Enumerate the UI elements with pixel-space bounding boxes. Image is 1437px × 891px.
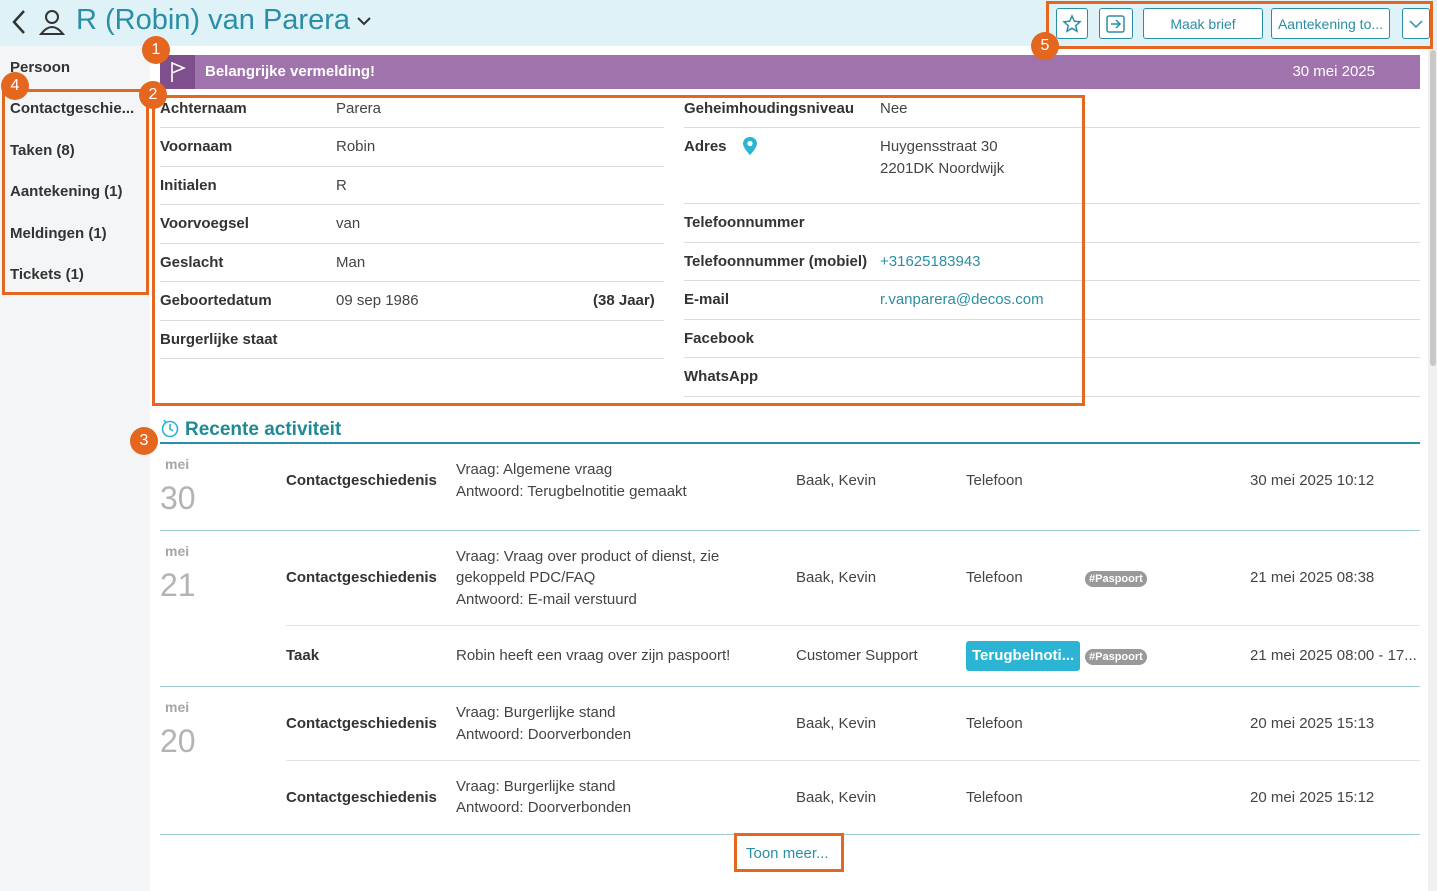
- activity-line: Antwoord: Terugbelnotitie gemaakt: [456, 483, 687, 500]
- group-day: 30: [160, 480, 196, 516]
- banner-text: Belangrijke vermelding!: [205, 63, 376, 80]
- activity-line: Antwoord: Doorverbonden: [456, 726, 632, 743]
- annotation-box-show-more: [734, 833, 844, 872]
- annotation-marker-1: 1: [142, 36, 170, 64]
- banner-date: 30 mei 2025: [1292, 63, 1375, 80]
- activity-time: 21 mei 2025 08:00 - 17...: [1250, 647, 1417, 664]
- group-day: 20: [160, 723, 196, 759]
- annotation-marker-5: 5: [1031, 32, 1059, 60]
- group-month: mei: [165, 699, 190, 715]
- activity-time: 20 mei 2025 15:12: [1250, 789, 1375, 806]
- tag-badge[interactable]: #Paspoort: [1085, 571, 1147, 587]
- tag-badge[interactable]: #Paspoort: [1085, 649, 1147, 665]
- annotation-marker-4: 4: [1, 72, 29, 100]
- annotation-box-4: [2, 89, 149, 295]
- activity-line: Vraag: Burgerlijke stand: [456, 704, 616, 721]
- chevron-down-icon[interactable]: [356, 15, 372, 27]
- group-month: mei: [165, 456, 190, 472]
- important-notice-banner[interactable]: Belangrijke vermelding! 30 mei 2025: [160, 55, 1420, 89]
- activity-who: Customer Support: [796, 647, 918, 664]
- activity-line: gekoppeld PDC/FAQ: [456, 569, 596, 586]
- group-day: 21: [160, 567, 196, 603]
- page-title: R (Robin) van Parera: [76, 4, 350, 36]
- annotation-box-2: [152, 95, 1085, 406]
- annotation-box-5: [1046, 1, 1433, 49]
- activity-line: Vraag: Burgerlijke stand: [456, 778, 616, 795]
- section-divider: [160, 442, 1420, 444]
- activity-time: 21 mei 2025 08:38: [1250, 569, 1375, 586]
- activity-line: Robin heeft een vraag over zijn paspoort…: [456, 647, 731, 664]
- activity-channel: Telefoon: [966, 569, 1023, 586]
- activity-type[interactable]: Contactgeschiedenis: [286, 787, 437, 809]
- recent-activity-title: Recente activiteit: [185, 419, 342, 440]
- flag-icon: [170, 62, 186, 82]
- scrollbar-thumb[interactable]: [1430, 50, 1436, 366]
- person-icon: [38, 10, 66, 35]
- row-divider: [286, 760, 1420, 761]
- status-badge[interactable]: Terugbelnoti...: [966, 641, 1080, 671]
- activity-who: Baak, Kevin: [796, 569, 877, 586]
- activity-line: Antwoord: Doorverbonden: [456, 799, 632, 816]
- group-month: mei: [165, 543, 190, 559]
- activity-who: Baak, Kevin: [796, 789, 877, 806]
- activity-channel: Telefoon: [966, 789, 1023, 806]
- group-divider: [160, 530, 1420, 531]
- activity-channel: Telefoon: [966, 715, 1023, 732]
- activity-type[interactable]: Taak: [286, 645, 319, 667]
- activity-type[interactable]: Contactgeschiedenis: [286, 713, 437, 735]
- history-icon: [161, 419, 179, 438]
- row-divider: [286, 625, 1420, 626]
- activity-time: 20 mei 2025 15:13: [1250, 715, 1375, 732]
- activity-channel: Telefoon: [966, 472, 1023, 489]
- activity-type[interactable]: Contactgeschiedenis: [286, 470, 437, 492]
- activity-time: 30 mei 2025 10:12: [1250, 472, 1375, 489]
- activity-line: Antwoord: E-mail verstuurd: [456, 591, 637, 608]
- activity-type[interactable]: Contactgeschiedenis: [286, 567, 437, 589]
- chevron-left-icon[interactable]: [10, 8, 28, 36]
- activity-who: Baak, Kevin: [796, 472, 877, 489]
- annotation-marker-3: 3: [130, 427, 158, 455]
- activity-line: Vraag: Algemene vraag: [456, 461, 613, 478]
- activity-line: Vraag: Vraag over product of dienst, zie: [456, 548, 720, 565]
- activity-who: Baak, Kevin: [796, 715, 877, 732]
- annotation-marker-2: 2: [139, 81, 167, 109]
- group-divider: [160, 686, 1420, 687]
